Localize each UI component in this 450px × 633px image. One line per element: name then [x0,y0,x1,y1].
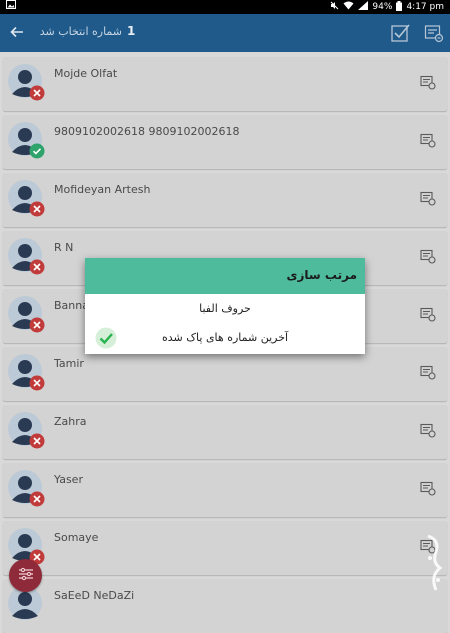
battery-icon [396,0,403,14]
app-bar: شماره انتخاب شد 1 [0,14,450,52]
clock: 4:17 pm [406,2,444,12]
error-badge-icon [29,317,45,333]
error-badge-icon [29,259,45,275]
contact-name: Yaser [54,473,83,486]
contact-row[interactable]: Zahra [3,405,447,459]
contact-name: SaEeD NeDaZi [54,589,135,602]
contact-name: Banna [54,299,89,312]
sort-filter-button[interactable] [9,559,42,592]
option-label: حروف الفبا [199,302,251,315]
contact-name: Tamir [54,357,84,370]
contact-row[interactable]: 9809102002618 9809102002618 [3,115,447,169]
sort-option-recent-deleted[interactable]: آخرین شماره های پاک شده [85,324,365,354]
contact-card-icon[interactable] [420,132,436,148]
contact-name: 9809102002618 9809102002618 [54,125,240,138]
signal-icon [358,1,369,13]
contact-name: Mojde Olfat [54,67,118,80]
contact-card-icon[interactable] [420,248,436,264]
sort-filter-icon [18,566,34,585]
contact-row[interactable]: Mojde Olfat [3,57,447,111]
dialog-header: مرتب سازی [85,258,365,294]
contact-card-icon[interactable] [420,306,436,322]
contact-card-icon[interactable] [420,364,436,380]
contact-row[interactable]: Somaye [3,521,447,575]
contact-name: R N [54,241,74,254]
ok-badge-icon [29,143,45,159]
selection-text: شماره انتخاب شد [39,25,122,38]
contact-row[interactable]: Tamir [3,347,447,401]
error-badge-icon [29,375,45,391]
selection-count: 1 [127,24,136,38]
check-square-icon[interactable] [390,22,412,44]
contact-card-icon[interactable] [420,74,436,90]
contact-card-icon[interactable] [420,480,436,496]
sort-option-alphabetical[interactable]: حروف الفبا [85,295,365,325]
wifi-icon [343,1,354,13]
arrow-left-icon[interactable] [8,23,26,41]
contact-row[interactable]: Yaser [3,463,447,517]
contact-name: Somaye [54,531,99,544]
dialog-title: مرتب سازی [286,268,358,282]
status-bar: 94% 4:17 pm [0,0,450,14]
option-label: آخرین شماره های پاک شده [161,331,289,344]
contact-name: Mofideyan Artesh [54,183,151,196]
store-watermark-logo [422,532,446,596]
contact-row[interactable]: SaEeD NeDaZi [3,579,447,633]
gallery-notification-icon [6,0,16,14]
list-edit-icon[interactable] [424,23,444,43]
error-badge-icon [29,85,45,101]
error-badge-icon [29,433,45,449]
error-badge-icon [29,491,45,507]
error-badge-icon [29,201,45,217]
contact-row[interactable]: Mofideyan Artesh [3,173,447,227]
contact-card-icon[interactable] [420,190,436,206]
sort-dialog: مرتب سازی حروف الفبا آخرین شماره های پاک… [85,258,365,354]
contact-card-icon[interactable] [420,422,436,438]
contact-name: Zahra [54,415,87,428]
battery-percent: 94% [372,2,393,12]
mute-icon [330,1,339,13]
